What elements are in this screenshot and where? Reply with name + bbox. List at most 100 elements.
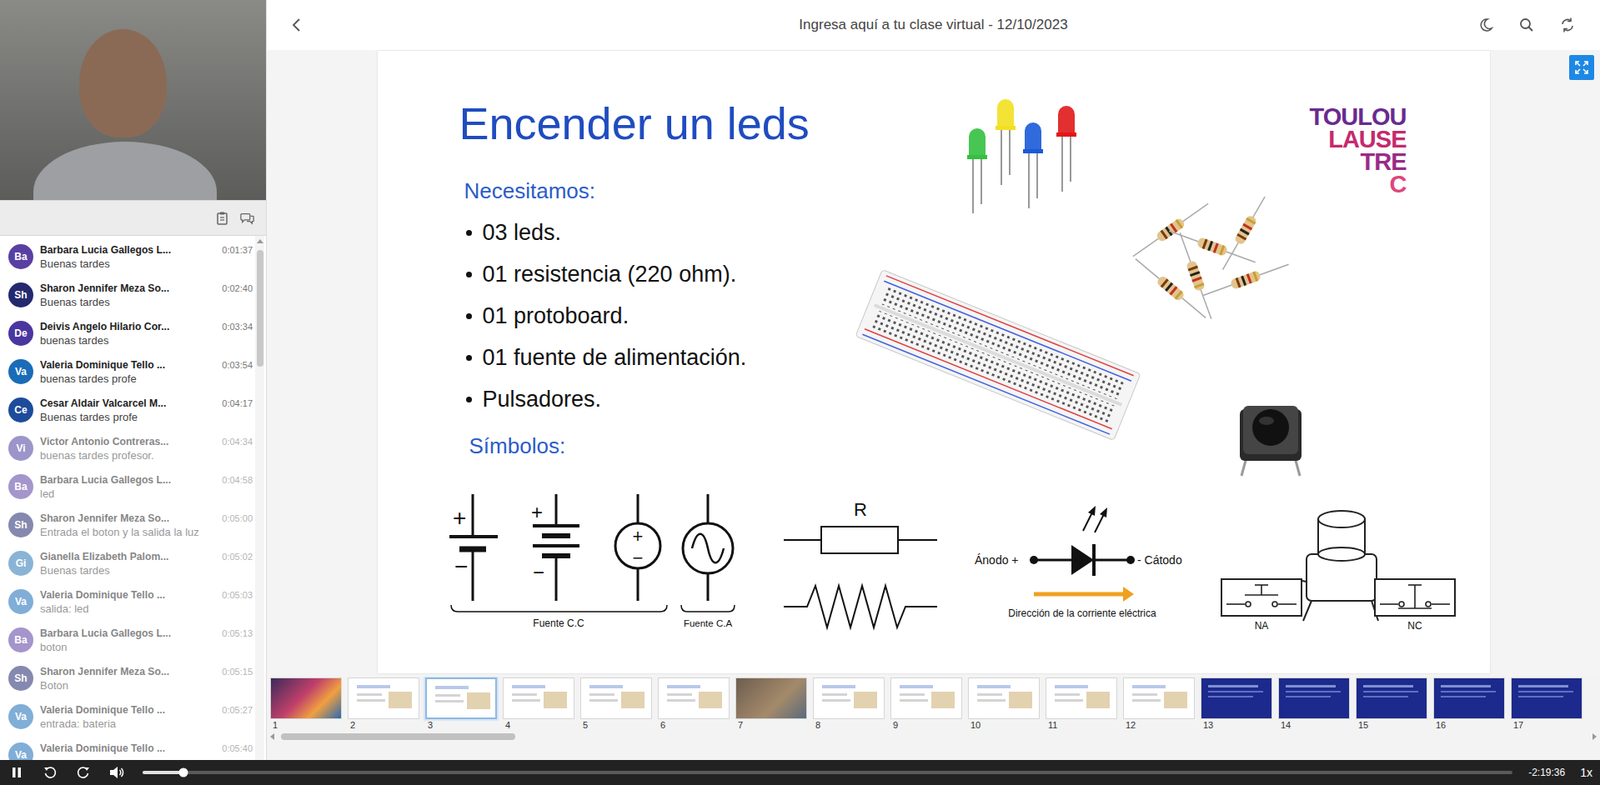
thumbnail-image[interactable] [1355, 677, 1428, 720]
thumbnail-image[interactable] [812, 677, 885, 720]
svg-text:−: − [454, 553, 468, 580]
message-text: buenas tardes profe [40, 371, 253, 387]
slide-thumbnail[interactable]: 5 [580, 677, 653, 732]
volume-button[interactable] [100, 766, 134, 780]
rewind-button[interactable] [33, 766, 67, 780]
thumbnail-number: 14 [1278, 719, 1350, 732]
back-chevron-icon[interactable] [288, 16, 306, 34]
message-header: Barbara Lucia Gallegos L...0:05:13 [40, 626, 253, 641]
slide-thumbnail[interactable]: 13 [1200, 677, 1273, 732]
thumbnail-image[interactable] [1433, 677, 1505, 720]
thumbnail-image[interactable] [657, 677, 730, 720]
message-header: Barbara Lucia Gallegos L...0:04:58 [40, 473, 253, 487]
scroll-up-icon[interactable] [256, 239, 264, 244]
expand-icon[interactable] [1574, 60, 1590, 76]
thumbnail-scrollbar[interactable] [270, 732, 1597, 743]
scroll-right-icon[interactable] [1592, 733, 1597, 741]
presentation-panel: Ingresa aquí a tu clase virtual - 12/10/… [266, 0, 1600, 761]
slide-thumbnail[interactable]: 11 [1045, 677, 1118, 732]
slide-thumbnail[interactable]: 4 [502, 677, 575, 732]
slide-thumbnail[interactable]: 10 [968, 677, 1040, 732]
avatar: Va [8, 742, 34, 761]
slide-thumbnail[interactable]: 17 [1510, 677, 1583, 732]
thumbnail-image[interactable] [1510, 677, 1583, 720]
slide-thumbnail[interactable]: 14 [1278, 677, 1350, 732]
message-header: Sharon Jennifer Meza So...0:05:15 [40, 665, 253, 679]
thumbnail-row: 1234567891011121314151617 [266, 677, 1600, 732]
search-icon[interactable] [1518, 16, 1535, 34]
rewind-icon[interactable] [43, 766, 57, 780]
sender-name: Barbara Lucia Gallegos L... [40, 243, 218, 257]
fullscreen-button[interactable] [1569, 55, 1595, 81]
symbols-heading: Símbolos: [469, 431, 1490, 462]
thumbnail-image[interactable] [270, 677, 342, 720]
sender-name: Barbara Lucia Gallegos L... [40, 473, 218, 487]
progress-track[interactable] [142, 771, 1513, 775]
thumbnail-strip: 1234567891011121314151617 [266, 677, 1600, 761]
forward-icon[interactable] [76, 766, 91, 780]
slide-thumbnail[interactable]: 1 [270, 677, 342, 732]
slide-thumbnail[interactable]: 7 [735, 677, 808, 732]
playback-speed[interactable]: 1x [1579, 766, 1600, 780]
scroll-left-icon[interactable] [270, 733, 275, 741]
sync-icon[interactable] [1559, 16, 1576, 34]
message-body: Barbara Lucia Gallegos L...0:01:37Buenas… [40, 243, 253, 271]
chat-message: BaBarbara Lucia Gallegos L...0:05:13boto… [0, 621, 266, 660]
thumbnail-image[interactable] [1045, 677, 1118, 720]
slide-thumbnail[interactable]: 16 [1433, 677, 1505, 732]
symbols-row: +−+−+−Fuente C.CFuente C.ARÁnodo +- Cáto… [449, 494, 1490, 633]
svg-text:NA: NA [1253, 620, 1269, 632]
needs-text: Pulsadores. [482, 378, 602, 421]
thumbnail-image[interactable] [502, 677, 575, 720]
moon-icon[interactable] [1477, 16, 1495, 34]
message-body: Gianella Elizabeth Palom...0:05:02Buenas… [40, 550, 253, 578]
presenter-shoulders [33, 141, 217, 201]
chat-bubbles-icon[interactable] [240, 210, 256, 226]
slide-thumbnail[interactable]: 12 [1123, 677, 1195, 732]
message-header: Gianella Elizabeth Palom...0:05:02 [40, 550, 253, 564]
thumbnail-number: 11 [1045, 719, 1118, 732]
progress-knob[interactable] [179, 768, 189, 778]
thumbnail-image[interactable] [1200, 677, 1273, 720]
thumbnail-image[interactable] [1123, 677, 1195, 720]
thumbnail-number: 15 [1355, 719, 1428, 732]
play-pause-button[interactable] [0, 767, 34, 779]
app: BaBarbara Lucia Gallegos L...0:01:37Buen… [0, 0, 1600, 785]
header-actions [1068, 16, 1600, 34]
sender-name: Sharon Jennifer Meza So... [40, 281, 218, 296]
thumbnail-image[interactable] [347, 677, 420, 720]
slide-thumbnail[interactable]: 2 [347, 677, 420, 732]
needs-heading: Necesitamos: [464, 175, 1490, 206]
scrollbar-thumb[interactable] [280, 733, 516, 741]
message-time: 0:04:17 [221, 396, 253, 411]
thumbnail-image[interactable] [735, 677, 808, 720]
scrollbar-thumb[interactable] [256, 250, 264, 367]
slide-thumbnail[interactable]: 8 [812, 677, 885, 732]
slide-thumbnail[interactable]: 3 [425, 677, 497, 732]
chat-scrollbar[interactable] [255, 235, 265, 761]
avatar: Ce [8, 397, 34, 423]
slide-thumbnail[interactable]: 6 [657, 677, 730, 732]
chat-message: VaValeria Dominique Tello ...0:05:03sali… [0, 582, 266, 622]
clipboard-icon[interactable] [215, 210, 231, 226]
pause-icon[interactable] [10, 767, 23, 779]
message-time: 0:05:00 [221, 511, 253, 526]
thumbnail-image[interactable] [425, 677, 497, 720]
chat-list: BaBarbara Lucia Gallegos L...0:01:37Buen… [0, 235, 266, 761]
svg-text:+: + [631, 526, 643, 547]
thumbnail-image[interactable] [1278, 677, 1350, 720]
volume-icon[interactable] [109, 766, 125, 780]
message-header: Barbara Lucia Gallegos L...0:01:37 [40, 243, 253, 257]
forward-button[interactable] [66, 766, 101, 780]
message-body: Sharon Jennifer Meza So...0:05:15Boton [40, 665, 253, 693]
thumbnail-number: 12 [1123, 719, 1195, 732]
avatar: Gi [8, 551, 34, 577]
thumbnail-number: 16 [1433, 719, 1505, 732]
svg-text:−: − [631, 547, 643, 569]
thumbnail-image[interactable] [890, 677, 963, 720]
thumbnail-image[interactable] [580, 677, 653, 720]
slide-thumbnail[interactable]: 15 [1355, 677, 1428, 732]
slide-thumbnail[interactable]: 9 [890, 677, 963, 732]
thumbnail-image[interactable] [968, 677, 1040, 720]
bullet-icon [466, 313, 472, 320]
